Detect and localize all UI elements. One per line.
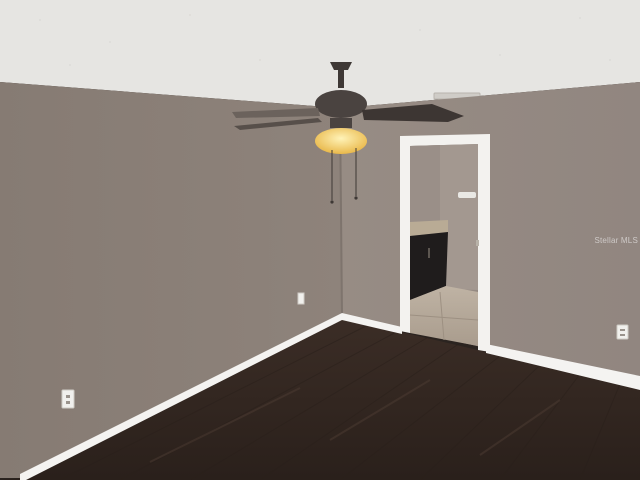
room-illustration <box>0 0 640 480</box>
door-hinge <box>476 240 479 246</box>
watermark-text: Stellar MLS <box>594 236 638 245</box>
vanity-handle <box>428 248 430 258</box>
fan-light-housing <box>330 118 352 128</box>
towel-bar <box>458 192 476 198</box>
outlet-left-wall-rear <box>297 292 305 305</box>
room-photo: Stellar MLS <box>0 0 640 480</box>
outlet-back-wall <box>616 324 629 340</box>
fan-downrod <box>338 70 344 88</box>
fan-motor <box>315 90 367 118</box>
outlet-left-wall <box>61 389 75 409</box>
fan-light-globe <box>315 128 367 154</box>
